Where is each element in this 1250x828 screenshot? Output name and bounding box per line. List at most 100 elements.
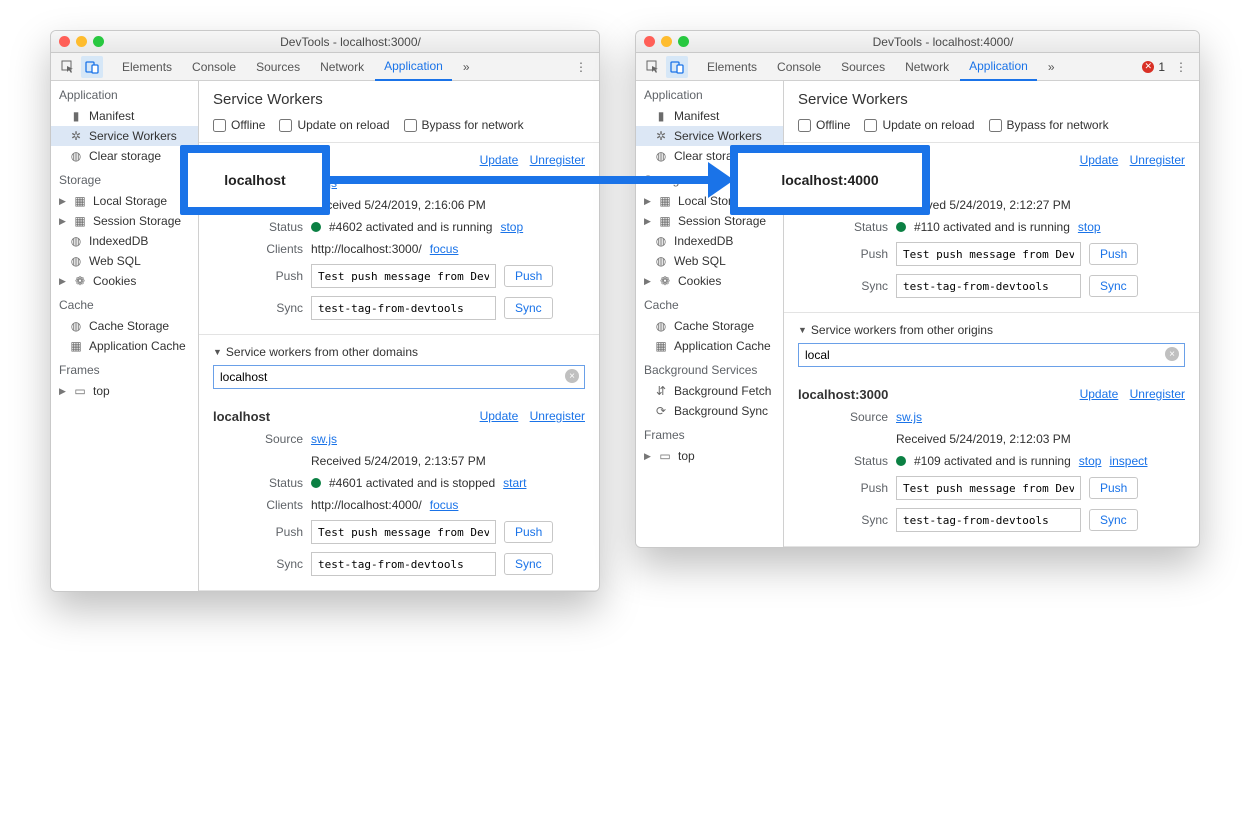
sidebar-item-indexeddb[interactable]: ◍IndexedDB xyxy=(636,231,783,251)
unregister-link[interactable]: Unregister xyxy=(530,153,585,167)
inspect-icon[interactable] xyxy=(57,56,79,78)
sidebar-item-service-workers[interactable]: ✲Service Workers xyxy=(636,126,783,146)
sidebar-item-manifest[interactable]: ▮Manifest xyxy=(51,106,198,126)
focus-link[interactable]: focus xyxy=(430,498,459,512)
tab-network[interactable]: Network xyxy=(311,53,373,81)
sync-button[interactable]: Sync xyxy=(504,297,553,319)
clear-icon[interactable]: × xyxy=(565,369,579,383)
kebab-icon[interactable]: ⋮ xyxy=(1169,60,1193,74)
push-input[interactable] xyxy=(896,242,1081,266)
tab-application[interactable]: Application xyxy=(960,53,1037,81)
unregister-link[interactable]: Unregister xyxy=(1130,153,1185,167)
sync-button[interactable]: Sync xyxy=(1089,509,1138,531)
database-icon: ◍ xyxy=(654,234,668,248)
sync-button[interactable]: Sync xyxy=(1089,275,1138,297)
sidebar-item-local-storage[interactable]: ▶▦Local Storage xyxy=(51,191,198,211)
sync-input[interactable] xyxy=(896,274,1081,298)
update-link[interactable]: Update xyxy=(1080,387,1119,401)
source-link[interactable]: sw.js xyxy=(311,432,337,446)
sidebar-item-session-storage[interactable]: ▶▦Session Storage xyxy=(51,211,198,231)
close-icon[interactable] xyxy=(644,36,655,47)
sidebar-item-cookies[interactable]: ▶❁Cookies xyxy=(51,271,198,291)
bypass-checkbox[interactable]: Bypass for network xyxy=(989,118,1109,132)
tab-application[interactable]: Application xyxy=(375,53,452,81)
inspect-link[interactable]: inspect xyxy=(1109,454,1147,468)
client-url: http://localhost:3000/ xyxy=(311,242,422,256)
sidebar-item-manifest[interactable]: ▮Manifest xyxy=(636,106,783,126)
database-icon: ◍ xyxy=(654,149,668,163)
more-tabs-icon[interactable]: » xyxy=(1039,53,1064,81)
unregister-link[interactable]: Unregister xyxy=(530,409,585,423)
status-dot-icon xyxy=(896,222,906,232)
zoom-icon[interactable] xyxy=(678,36,689,47)
other-origins-header[interactable]: ▼Service workers from other origins xyxy=(784,313,1199,343)
zoom-icon[interactable] xyxy=(93,36,104,47)
minimize-icon[interactable] xyxy=(76,36,87,47)
stop-link[interactable]: stop xyxy=(1078,220,1101,234)
update-link[interactable]: Update xyxy=(480,409,519,423)
stop-link[interactable]: stop xyxy=(1079,454,1102,468)
sidebar-item-clear-storage[interactable]: ◍Clear storage xyxy=(51,146,198,166)
origin-filter-input[interactable] xyxy=(213,365,585,389)
sidebar-item-cookies[interactable]: ▶❁Cookies xyxy=(636,271,783,291)
sidebar-item-bg-fetch[interactable]: ⇵Background Fetch xyxy=(636,381,783,401)
sync-button[interactable]: Sync xyxy=(504,553,553,575)
devtools-window-left: DevTools - localhost:3000/ Elements Cons… xyxy=(50,30,600,592)
sidebar-item-cache-storage[interactable]: ◍Cache Storage xyxy=(51,316,198,336)
update-on-reload-checkbox[interactable]: Update on reload xyxy=(864,118,974,132)
inspect-icon[interactable] xyxy=(642,56,664,78)
tab-console[interactable]: Console xyxy=(768,53,830,81)
tab-sources[interactable]: Sources xyxy=(247,53,309,81)
grid-icon: ▦ xyxy=(658,194,672,208)
update-link[interactable]: Update xyxy=(1080,153,1119,167)
gear-icon: ✲ xyxy=(69,129,83,143)
tab-elements[interactable]: Elements xyxy=(113,53,181,81)
sidebar-item-service-workers[interactable]: ✲Service Workers xyxy=(51,126,198,146)
offline-checkbox[interactable]: Offline xyxy=(798,118,850,132)
other-origins-header[interactable]: ▼Service workers from other domains xyxy=(199,335,599,365)
device-icon[interactable] xyxy=(81,56,103,78)
sidebar-item-top-frame[interactable]: ▶▭top xyxy=(636,446,783,466)
sidebar-item-indexeddb[interactable]: ◍IndexedDB xyxy=(51,231,198,251)
more-tabs-icon[interactable]: » xyxy=(454,53,479,81)
device-icon[interactable] xyxy=(666,56,688,78)
update-link[interactable]: Update xyxy=(480,153,519,167)
stop-link[interactable]: stop xyxy=(500,220,523,234)
push-button[interactable]: Push xyxy=(504,265,553,287)
sync-input[interactable] xyxy=(311,296,496,320)
close-icon[interactable] xyxy=(59,36,70,47)
sw-other: localhost Update Unregister Sourcesw.js … xyxy=(199,399,599,591)
sidebar-item-websql[interactable]: ◍Web SQL xyxy=(51,251,198,271)
tab-sources[interactable]: Sources xyxy=(832,53,894,81)
sidebar-item-app-cache[interactable]: ▦Application Cache xyxy=(51,336,198,356)
tab-network[interactable]: Network xyxy=(896,53,958,81)
start-link[interactable]: start xyxy=(503,476,526,490)
sidebar-item-bg-sync[interactable]: ⟳Background Sync xyxy=(636,401,783,421)
sidebar-item-app-cache[interactable]: ▦Application Cache xyxy=(636,336,783,356)
push-button[interactable]: Push xyxy=(504,521,553,543)
sidebar-item-websql[interactable]: ◍Web SQL xyxy=(636,251,783,271)
clear-icon[interactable]: × xyxy=(1165,347,1179,361)
minimize-icon[interactable] xyxy=(661,36,672,47)
push-input[interactable] xyxy=(311,520,496,544)
kebab-icon[interactable]: ⋮ xyxy=(569,60,593,74)
error-badge[interactable]: ✕1⋮ xyxy=(1142,60,1193,74)
push-input[interactable] xyxy=(896,476,1081,500)
offline-checkbox[interactable]: Offline xyxy=(213,118,265,132)
push-button[interactable]: Push xyxy=(1089,243,1138,265)
update-on-reload-checkbox[interactable]: Update on reload xyxy=(279,118,389,132)
tab-console[interactable]: Console xyxy=(183,53,245,81)
tab-elements[interactable]: Elements xyxy=(698,53,766,81)
source-link[interactable]: sw.js xyxy=(896,410,922,424)
sync-input[interactable] xyxy=(896,508,1081,532)
unregister-link[interactable]: Unregister xyxy=(1130,387,1185,401)
bypass-checkbox[interactable]: Bypass for network xyxy=(404,118,524,132)
cookie-icon: ❁ xyxy=(73,274,87,288)
push-button[interactable]: Push xyxy=(1089,477,1138,499)
focus-link[interactable]: focus xyxy=(430,242,459,256)
sidebar-item-cache-storage[interactable]: ◍Cache Storage xyxy=(636,316,783,336)
push-input[interactable] xyxy=(311,264,496,288)
sync-input[interactable] xyxy=(311,552,496,576)
sidebar-item-top-frame[interactable]: ▶▭top xyxy=(51,381,198,401)
origin-filter-input[interactable] xyxy=(798,343,1185,367)
